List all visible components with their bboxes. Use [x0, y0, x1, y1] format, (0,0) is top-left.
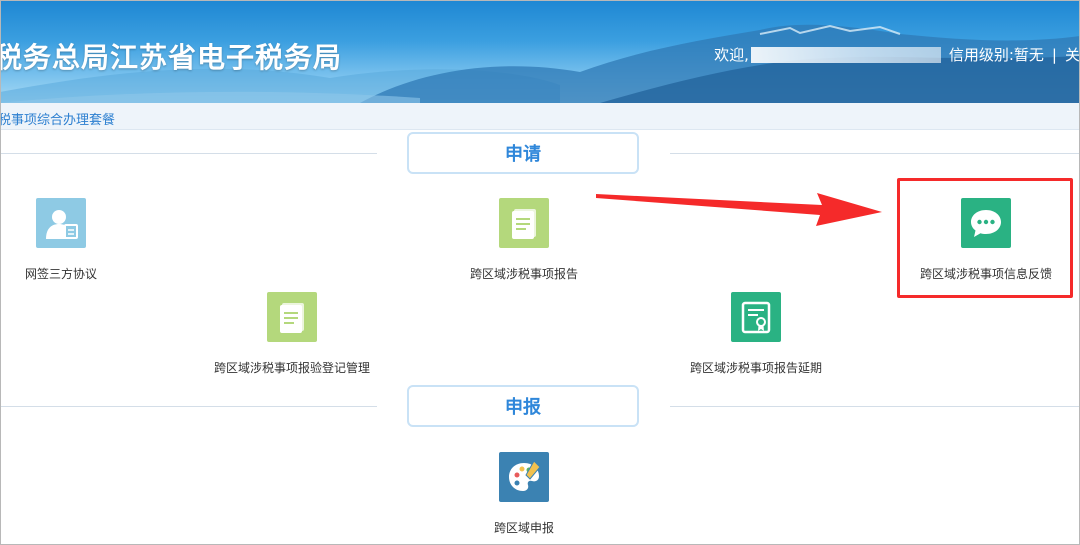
section-divider-right — [670, 153, 1080, 154]
document-icon — [267, 292, 317, 342]
tile-cross-region-extension[interactable]: 跨区域涉税事项报告延期 — [651, 292, 861, 376]
section-title-declare: 申报 — [407, 385, 639, 427]
site-title: 税务总局江苏省电子税务局 — [0, 41, 343, 74]
annotation-red-arrow — [596, 193, 882, 226]
document-icon — [499, 198, 549, 248]
tile-label: 跨区域涉税事项报验登记管理 — [213, 361, 370, 375]
breadcrumb-bar: 税事项综合办理套餐 — [0, 103, 1080, 130]
section-divider-left — [0, 153, 377, 154]
tile-third-party-agreement[interactable]: 网签三方协议 — [0, 198, 166, 282]
welcome-text: 欢迎, — [714, 46, 749, 64]
tile-label: 网签三方协议 — [24, 267, 97, 281]
credit-level-text: 信用级别:暂无 — [948, 46, 1044, 64]
close-link[interactable]: 关 — [1065, 44, 1080, 65]
tile-cross-region-verification[interactable]: 跨区域涉税事项报验登记管理 — [187, 292, 397, 376]
user-name-redacted — [750, 46, 941, 63]
tile-label: 跨区域申报 — [493, 521, 554, 535]
annotation-highlight-box — [897, 178, 1073, 298]
palette-icon — [499, 452, 549, 502]
user-card-icon — [36, 198, 86, 248]
tile-cross-region-declaration[interactable]: 跨区域申报 — [419, 452, 629, 536]
tile-label: 跨区域涉税事项报告 — [469, 267, 578, 281]
site-header: 税务总局江苏省电子税务局 欢迎, 信用级别:暂无 | 关 — [0, 0, 1080, 103]
tile-label: 跨区域涉税事项报告延期 — [689, 361, 822, 375]
section-divider-right — [670, 406, 1080, 407]
breadcrumb[interactable]: 税事项综合办理套餐 — [0, 109, 115, 128]
section-divider-left — [0, 406, 377, 407]
section-title-apply: 申请 — [407, 132, 639, 174]
certificate-icon — [731, 292, 781, 342]
user-bar: 欢迎, 信用级别:暂无 | 关 — [714, 44, 1080, 65]
separator: | — [1051, 45, 1057, 64]
